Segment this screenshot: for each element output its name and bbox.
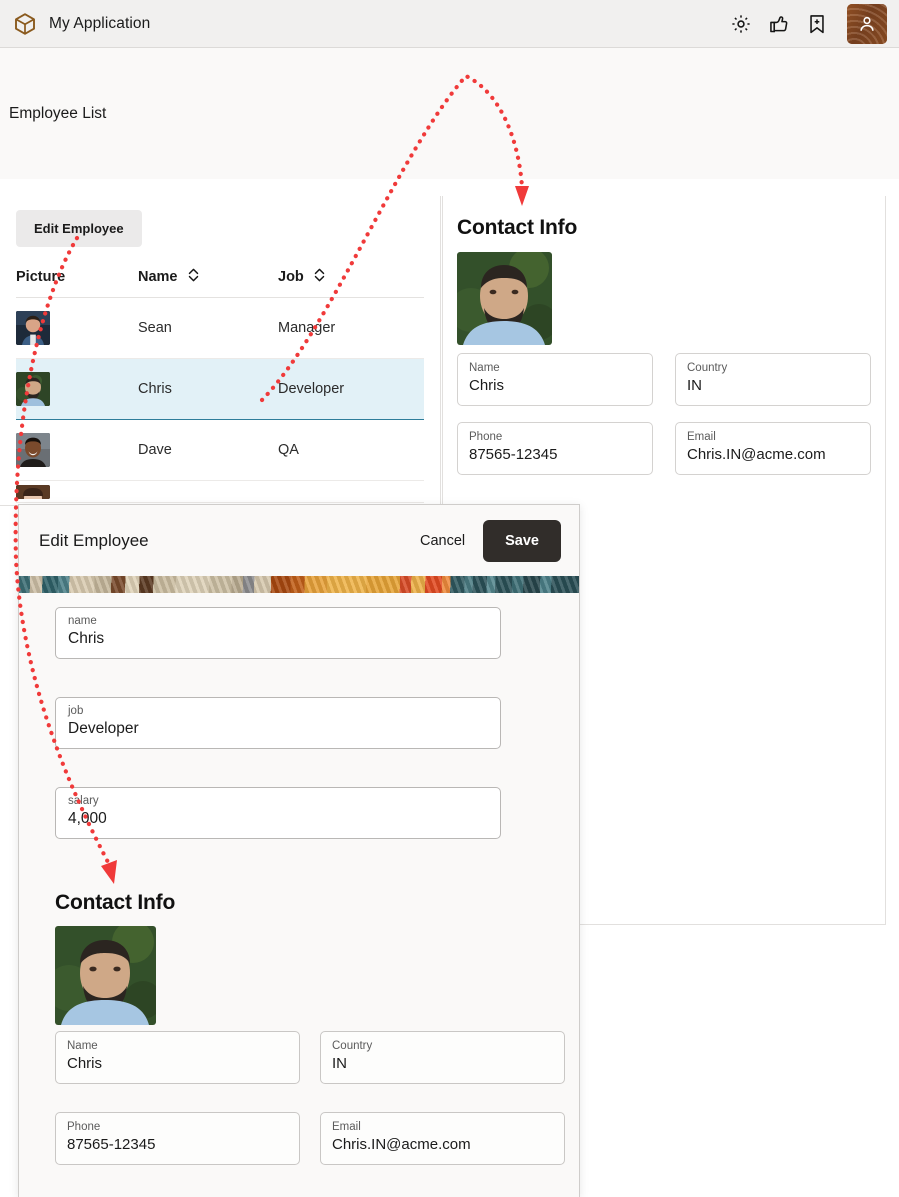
table-row[interactable]: Sean Manager <box>16 297 424 359</box>
field-job[interactable]: job Developer <box>55 697 501 749</box>
field-value: 87565-12345 <box>469 446 558 464</box>
column-header-job[interactable]: Job <box>278 261 424 298</box>
save-button[interactable]: Save <box>483 519 561 562</box>
field-value: Chris.IN@acme.com <box>332 1136 471 1154</box>
column-header-picture: Picture <box>16 261 138 298</box>
field-email[interactable]: Email Chris.IN@acme.com <box>675 422 871 475</box>
field-label: salary <box>68 795 99 807</box>
page-title-band: Employee List <box>0 48 899 179</box>
dialog-contact-field-grid: Name Chris Country IN Phone 87565-12345 … <box>55 1031 579 1165</box>
field-name[interactable]: Name Chris <box>457 353 653 406</box>
cancel-button[interactable]: Cancel <box>416 525 469 557</box>
field-label: Email <box>332 1121 361 1133</box>
cell-picture <box>16 297 138 359</box>
cell-job: Developer <box>278 358 424 420</box>
cell-job: QA <box>278 419 424 481</box>
table-row[interactable]: Chris Developer <box>16 358 424 420</box>
table-row[interactable] <box>16 480 424 503</box>
column-label-job: Job <box>278 269 304 285</box>
employee-thumbnail <box>16 372 50 406</box>
employee-thumbnail <box>16 433 50 467</box>
dialog-contact-info: Contact Info Name Chris Country IN Phone… <box>19 885 579 1165</box>
field-country[interactable]: Country IN <box>320 1031 565 1084</box>
field-phone[interactable]: Phone 87565-12345 <box>55 1112 300 1165</box>
cell-name: Sean <box>138 297 278 359</box>
app-title: My Application <box>49 14 151 32</box>
field-name[interactable]: name Chris <box>55 607 501 659</box>
column-header-name[interactable]: Name <box>138 261 278 298</box>
thumbs-up-icon[interactable] <box>767 12 791 36</box>
bookmark-plus-icon[interactable] <box>805 12 829 36</box>
employee-thumbnail <box>16 484 50 499</box>
field-label: Phone <box>469 431 503 443</box>
cell-picture <box>16 480 138 503</box>
sort-icon-name[interactable] <box>187 267 200 287</box>
field-value: 4,000 <box>68 809 107 827</box>
field-value: 87565-12345 <box>67 1136 156 1154</box>
cell-name <box>138 480 278 503</box>
cell-job: Manager <box>278 297 424 359</box>
cell-name: Chris <box>138 358 278 420</box>
cell-picture <box>16 419 138 481</box>
app-header: My Application <box>0 0 899 48</box>
field-label: Country <box>332 1040 373 1052</box>
cell-picture <box>16 358 138 420</box>
cube-logo-icon <box>12 11 38 37</box>
page-title: Employee List <box>9 104 107 122</box>
field-email[interactable]: Email Chris.IN@acme.com <box>320 1112 565 1165</box>
field-phone[interactable]: Phone 87565-12345 <box>457 422 653 475</box>
header-actions <box>729 3 887 44</box>
contact-field-grid: Name Chris Country IN Phone 87565-12345 … <box>457 353 871 475</box>
table-row[interactable]: Dave QA <box>16 419 424 481</box>
column-label-name: Name <box>138 269 178 285</box>
field-salary[interactable]: salary 4,000 <box>55 787 501 839</box>
app-root: My Application Employee List Edit Employ… <box>0 0 899 1197</box>
dialog-title: Edit Employee <box>39 530 149 550</box>
field-label: Name <box>67 1040 98 1052</box>
dialog-header: Edit Employee Cancel Save <box>19 505 579 576</box>
table-header-row: Picture Name Job <box>16 261 424 298</box>
field-value: IN <box>687 377 702 395</box>
contact-photo <box>457 252 552 345</box>
field-name[interactable]: Name Chris <box>55 1031 300 1084</box>
field-value: Chris.IN@acme.com <box>687 446 826 464</box>
employee-table: Picture Name Job Sean Manager Chris Deve… <box>16 261 424 503</box>
field-label: name <box>68 615 97 627</box>
table-body: Sean Manager Chris Developer Dave QA <box>16 297 424 503</box>
dialog-body: name Chris job Developer salary 4,000 Co… <box>19 593 579 1165</box>
sort-icon-job[interactable] <box>313 267 326 287</box>
field-value: IN <box>332 1055 347 1073</box>
employee-table-card: Edit Employee Picture Name Job Sean Mana… <box>0 196 441 506</box>
field-label: Email <box>687 431 716 443</box>
employee-thumbnail <box>16 311 50 345</box>
dialog-contact-title: Contact Info <box>55 891 176 914</box>
dialog-contact-photo <box>55 926 156 1025</box>
field-country[interactable]: Country IN <box>675 353 871 406</box>
edit-employee-dialog: Edit Employee Cancel Save name Chris job… <box>18 504 580 1197</box>
avatar[interactable] <box>847 3 887 44</box>
column-label-picture: Picture <box>16 269 66 285</box>
table-header: Picture Name Job <box>16 261 424 298</box>
cell-job <box>278 480 424 503</box>
gear-icon[interactable] <box>729 12 753 36</box>
dialog-actions: Cancel Save <box>416 519 561 562</box>
dialog-texture-band <box>19 576 579 593</box>
field-value: Chris <box>469 377 505 395</box>
cell-name: Dave <box>138 419 278 481</box>
field-value: Chris <box>68 629 105 647</box>
field-label: Country <box>687 362 728 374</box>
dialog-form: name Chris job Developer salary 4,000 <box>19 593 579 885</box>
field-label: Phone <box>67 1121 101 1133</box>
field-value: Chris <box>67 1055 103 1073</box>
field-label: Name <box>469 362 500 374</box>
edit-employee-button[interactable]: Edit Employee <box>16 210 142 247</box>
field-label: job <box>68 705 84 717</box>
brand: My Application <box>12 11 150 37</box>
field-value: Developer <box>68 719 139 737</box>
contact-info-title: Contact Info <box>457 216 578 239</box>
